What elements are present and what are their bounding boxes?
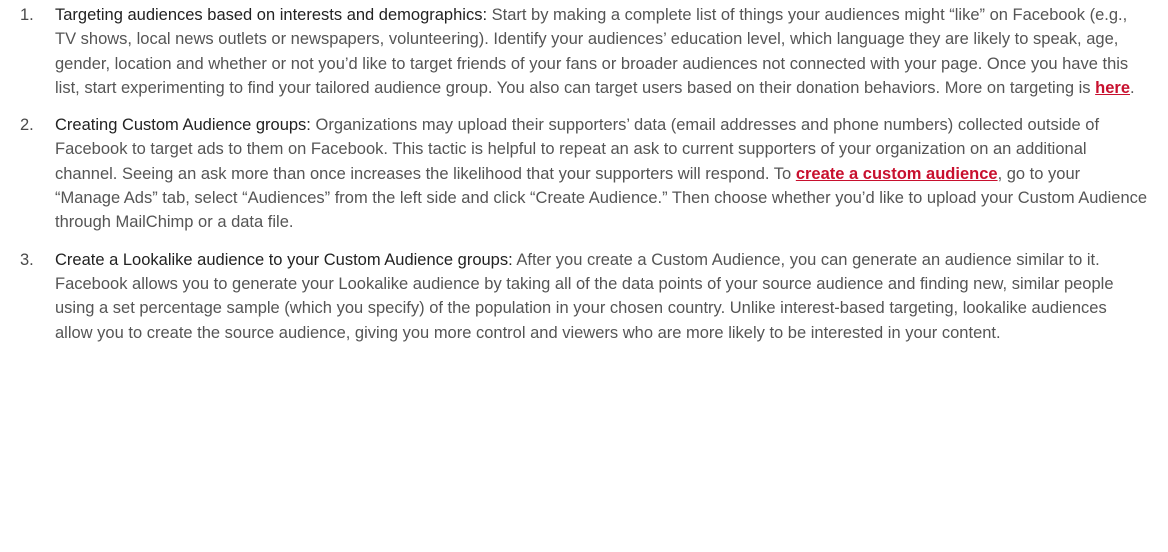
- list-item-text-after: .: [1130, 78, 1135, 97]
- list-item-number: 3.: [20, 250, 34, 269]
- list-item: 2. Creating Custom Audience groups: Orga…: [20, 113, 1148, 234]
- document-page: 1. Targeting audiences based on interest…: [0, 0, 1168, 552]
- list-item-paragraph: Targeting audiences based on interests a…: [55, 3, 1148, 100]
- list-item-number: 2.: [20, 116, 34, 135]
- list-item: 3. Create a Lookalike audience to your C…: [20, 248, 1148, 345]
- create-custom-audience-link[interactable]: create a custom audience: [796, 165, 998, 183]
- list-item: 1. Targeting audiences based on interest…: [20, 3, 1148, 100]
- numbered-list: 1. Targeting audiences based on interest…: [20, 3, 1148, 345]
- list-item-lead: Create a Lookalike audience to your Cust…: [55, 250, 513, 269]
- list-item-paragraph: Creating Custom Audience groups: Organiz…: [55, 113, 1148, 234]
- targeting-here-link[interactable]: here: [1095, 79, 1130, 97]
- list-item-paragraph: Create a Lookalike audience to your Cust…: [55, 248, 1148, 345]
- list-item-lead: Creating Custom Audience groups:: [55, 116, 311, 135]
- list-item-number: 1.: [20, 6, 34, 24]
- list-item-lead: Targeting audiences based on interests a…: [55, 6, 488, 24]
